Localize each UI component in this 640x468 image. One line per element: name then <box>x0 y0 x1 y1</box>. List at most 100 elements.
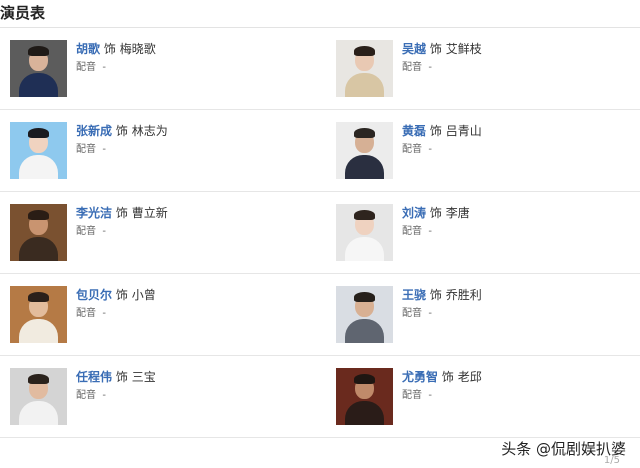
cast-credit-line: 王骁 饰 乔胜利 <box>402 287 482 303</box>
plays-connector: 饰 <box>429 206 442 220</box>
dubbing-line: 配音 - <box>402 143 432 157</box>
actor-photo[interactable] <box>10 40 67 97</box>
cast-item: 吴越 饰 艾鲜枝 配音 - <box>336 40 636 98</box>
plays-connector: 饰 <box>115 124 128 138</box>
plays-connector: 饰 <box>429 288 442 302</box>
cast-credit-line: 刘涛 饰 李唐 <box>402 205 470 221</box>
plays-connector: 饰 <box>429 124 442 138</box>
actor-photo[interactable] <box>336 204 393 261</box>
photo-hair <box>28 374 49 384</box>
actor-photo[interactable] <box>10 368 67 425</box>
dubbing-value: - <box>102 226 106 237</box>
dubbing-label: 配音 <box>402 144 422 155</box>
cast-credit-line: 吴越 饰 艾鲜枝 <box>402 41 482 57</box>
plays-connector: 饰 <box>103 42 116 56</box>
actor-photo[interactable] <box>10 122 67 179</box>
dubbing-value: - <box>102 390 106 401</box>
character-name: 乔胜利 <box>445 288 482 302</box>
cast-item: 尤勇智 饰 老邱 配音 - <box>336 368 636 426</box>
cast-row: 任程伟 饰 三宝 配音 - 尤勇智 饰 老邱 配音 - <box>0 356 640 438</box>
plays-connector: 饰 <box>115 288 128 302</box>
section-title: 演员表 <box>0 4 46 22</box>
photo-hair <box>28 210 49 220</box>
dubbing-label: 配音 <box>402 62 422 73</box>
actor-photo[interactable] <box>336 40 393 97</box>
dubbing-line: 配音 - <box>76 225 106 239</box>
cast-page: 演员表 胡歌 饰 梅晓歌 配音 - 吴越 饰 艾鲜枝 配音 - 张新成 饰 林志为 配音 … <box>0 0 640 468</box>
actor-name-link[interactable]: 尤勇智 <box>402 370 438 384</box>
dubbing-label: 配音 <box>402 390 422 401</box>
dubbing-value: - <box>428 226 432 237</box>
dubbing-value: - <box>102 308 106 319</box>
cast-credit-line: 黄磊 饰 吕青山 <box>402 123 482 139</box>
photo-hair <box>354 210 375 220</box>
cast-credit-line: 胡歌 饰 梅晓歌 <box>76 41 156 57</box>
dubbing-line: 配音 - <box>76 389 106 403</box>
cast-item: 刘涛 饰 李唐配音 - <box>336 204 636 262</box>
cast-row: 张新成 饰 林志为 配音 - 黄磊 饰 吕青山 配音 - <box>0 110 640 192</box>
plays-connector: 饰 <box>429 42 442 56</box>
dubbing-label: 配音 <box>76 144 96 155</box>
photo-hair <box>28 292 49 302</box>
cast-credit-line: 张新成 饰 林志为 <box>76 123 168 139</box>
cast-credit-line: 李光洁 饰 曹立新 <box>76 205 168 221</box>
actor-name-link[interactable]: 张新成 <box>76 124 112 138</box>
dubbing-line: 配音 - <box>402 61 432 75</box>
cast-row: 包贝尔 饰 小曾 配音 - 王骁 饰 乔胜利 配音 - <box>0 274 640 356</box>
actor-photo[interactable] <box>336 286 393 343</box>
character-name: 三宝 <box>131 370 156 384</box>
cast-item: 王骁 饰 乔胜利 配音 - <box>336 286 636 344</box>
dubbing-label: 配音 <box>76 390 96 401</box>
character-name: 小曾 <box>131 288 156 302</box>
actor-name-link[interactable]: 刘涛 <box>402 206 426 220</box>
actor-name-link[interactable]: 吴越 <box>402 42 426 56</box>
cast-item: 任程伟 饰 三宝配音 - <box>10 368 310 426</box>
actor-name-link[interactable]: 王骁 <box>402 288 426 302</box>
plays-connector: 饰 <box>115 370 128 384</box>
character-name: 曹立新 <box>131 206 168 220</box>
cast-credit-line: 尤勇智 饰 老邱 <box>402 369 482 385</box>
dubbing-label: 配音 <box>76 226 96 237</box>
cast-row: 李光洁 饰 曹立新 配音 - 刘涛 饰 李唐 配音 - <box>0 192 640 274</box>
cast-credit-line: 包贝尔 饰 小曾 <box>76 287 156 303</box>
cast-item: 胡歌 饰 梅晓歌 配音 - <box>10 40 310 98</box>
actor-name-link[interactable]: 李光洁 <box>76 206 112 220</box>
dubbing-line: 配音 - <box>402 389 432 403</box>
actor-name-link[interactable]: 包贝尔 <box>76 288 112 302</box>
dubbing-label: 配音 <box>76 308 96 319</box>
dubbing-value: - <box>428 390 432 401</box>
dubbing-value: - <box>102 62 106 73</box>
plays-connector: 饰 <box>441 370 454 384</box>
actor-photo[interactable] <box>10 286 67 343</box>
photo-hair <box>28 128 49 138</box>
dubbing-line: 配音 - <box>76 61 106 75</box>
dubbing-line: 配音 - <box>76 143 106 157</box>
character-name: 林志为 <box>131 124 168 138</box>
watermark-text: 头条 @侃剧娱扒婆 <box>501 440 626 458</box>
dubbing-value: - <box>428 308 432 319</box>
photo-hair <box>354 374 375 384</box>
dubbing-line: 配音 - <box>402 307 432 321</box>
cast-item: 张新成 饰 林志为 配音 - <box>10 122 310 180</box>
photo-hair <box>354 128 375 138</box>
character-name: 吕青山 <box>445 124 482 138</box>
cast-row: 胡歌 饰 梅晓歌 配音 - 吴越 饰 艾鲜枝 配音 - <box>0 28 640 110</box>
photo-hair <box>354 292 375 302</box>
dubbing-label: 配音 <box>76 62 96 73</box>
actor-photo[interactable] <box>336 368 393 425</box>
cast-item: 包贝尔 饰 小曾 配音 - <box>10 286 310 344</box>
cast-grid: 胡歌 饰 梅晓歌 配音 - 吴越 饰 艾鲜枝 配音 - 张新成 饰 林志为 配音 - 黄磊 … <box>0 28 640 438</box>
dubbing-label: 配音 <box>402 226 422 237</box>
dubbing-line: 配音 - <box>76 307 106 321</box>
actor-photo[interactable] <box>10 204 67 261</box>
character-name: 老邱 <box>457 370 482 384</box>
actor-photo[interactable] <box>336 122 393 179</box>
actor-name-link[interactable]: 胡歌 <box>76 42 100 56</box>
dubbing-value: - <box>102 144 106 155</box>
photo-hair <box>354 46 375 56</box>
actor-name-link[interactable]: 黄磊 <box>402 124 426 138</box>
actor-name-link[interactable]: 任程伟 <box>76 370 112 384</box>
cast-item: 李光洁 饰 曹立新 配音 - <box>10 204 310 262</box>
plays-connector: 饰 <box>115 206 128 220</box>
character-name: 艾鲜枝 <box>445 42 482 56</box>
